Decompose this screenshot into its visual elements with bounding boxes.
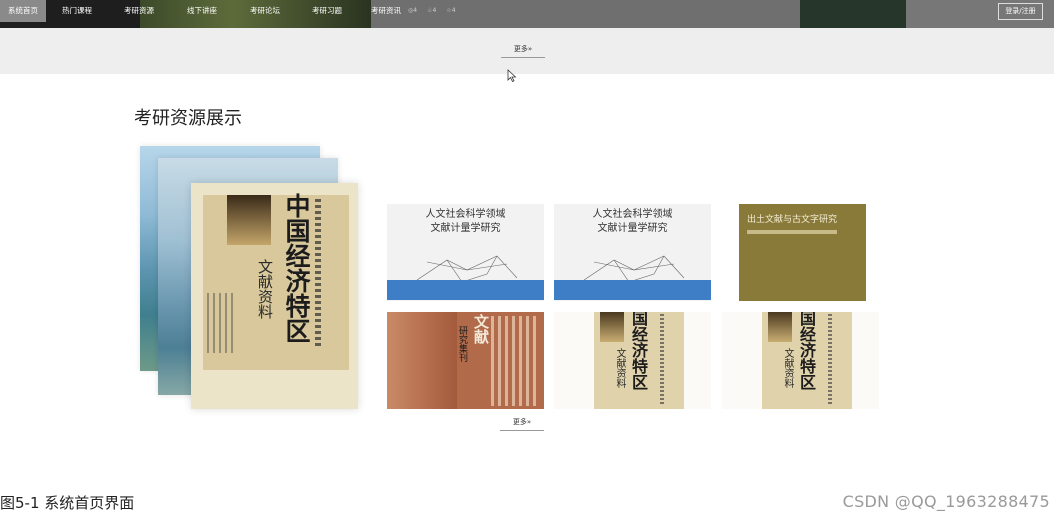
main-nav: 系统首页 热门课程 考研资源 线下讲座 考研论坛 考研习题 考研资讯 (0, 0, 414, 28)
featured-book-cover[interactable]: 中国经济特区 文献资料 (191, 183, 358, 409)
book-title: 人文社会科学领域 文献计量学研究 (425, 209, 506, 234)
nav-item-resources[interactable]: 考研资源 (108, 0, 170, 22)
book-subtitle: 文献资料 (256, 259, 274, 319)
resource-card[interactable]: 国经济特区 文献资料 (554, 312, 711, 409)
banner-image (800, 0, 906, 28)
nav-item-home[interactable]: 系统首页 (0, 0, 46, 22)
cover-text-column (660, 314, 664, 404)
book-title: 中国经济特区 (282, 193, 311, 343)
resource-card[interactable]: 研究集刊 文献 (387, 312, 544, 409)
figure-caption: 图5-1 系统首页界面 (0, 494, 135, 512)
banner-image (371, 0, 800, 28)
top-banner: ◎4 ♧4 ☆4 系统首页 热门课程 考研资源 线下讲座 考研论坛 考研习题 考… (0, 0, 1054, 28)
book-title: 文献 (472, 314, 490, 344)
section-title: 考研资源展示 (134, 108, 242, 129)
cover-photo (600, 312, 624, 342)
cover-text-line (747, 230, 837, 234)
cover-texture (387, 312, 457, 409)
book-subtitle: 研究集刊 (457, 326, 467, 362)
nav-item-news[interactable]: 考研资讯 (358, 0, 414, 22)
resource-card[interactable]: 人文社会科学领域 文献计量学研究 (387, 204, 544, 301)
book-title: 出土文献与古文字研究 (747, 215, 838, 225)
mouse-cursor-icon (507, 69, 517, 82)
book-cover: 出土文献与古文字研究 (739, 204, 866, 301)
banner-stats: ◎4 ♧4 ☆4 (408, 7, 456, 14)
book-subtitle: 文献资料 (782, 348, 793, 388)
more-link[interactable]: 更多» (500, 415, 544, 431)
more-link[interactable]: 更多» (501, 42, 545, 58)
watermark: CSDN @QQ_1963288475 (842, 492, 1050, 511)
star-icon: ☆4 (446, 7, 456, 14)
book-subtitle: 文献资料 (614, 348, 625, 388)
resource-card[interactable]: 出土文献与古文字研究 (722, 204, 879, 301)
cover-band (554, 280, 711, 300)
cover-authors (207, 293, 237, 353)
resource-card[interactable]: 人文社会科学领域 文献计量学研究 (554, 204, 711, 301)
cover-photo (227, 195, 271, 245)
book-cover: 国经济特区 文献资料 (594, 312, 684, 409)
nav-item-courses[interactable]: 热门课程 (46, 0, 108, 22)
cover-text-column (828, 314, 832, 404)
book-title: 人文社会科学领域 文献计量学研究 (592, 209, 673, 234)
like-icon: ♧4 (427, 7, 437, 14)
nav-item-lectures[interactable]: 线下讲座 (170, 0, 234, 22)
cover-band (387, 280, 544, 300)
cover-text-column (315, 199, 321, 349)
book-title: 国经济特区 (629, 312, 648, 390)
page: ◎4 ♧4 ☆4 系统首页 热门课程 考研资源 线下讲座 考研论坛 考研习题 考… (0, 0, 1054, 520)
book-cover: 国经济特区 文献资料 (762, 312, 852, 409)
resource-card[interactable]: 国经济特区 文献资料 (722, 312, 879, 409)
book-title: 国经济特区 (797, 312, 816, 390)
cover-photo (768, 312, 792, 342)
login-register-button[interactable]: 登录/注册 (998, 3, 1043, 20)
cover-texture (491, 316, 537, 406)
nav-item-exercises[interactable]: 考研习题 (296, 0, 358, 22)
nav-item-forum[interactable]: 考研论坛 (234, 0, 296, 22)
